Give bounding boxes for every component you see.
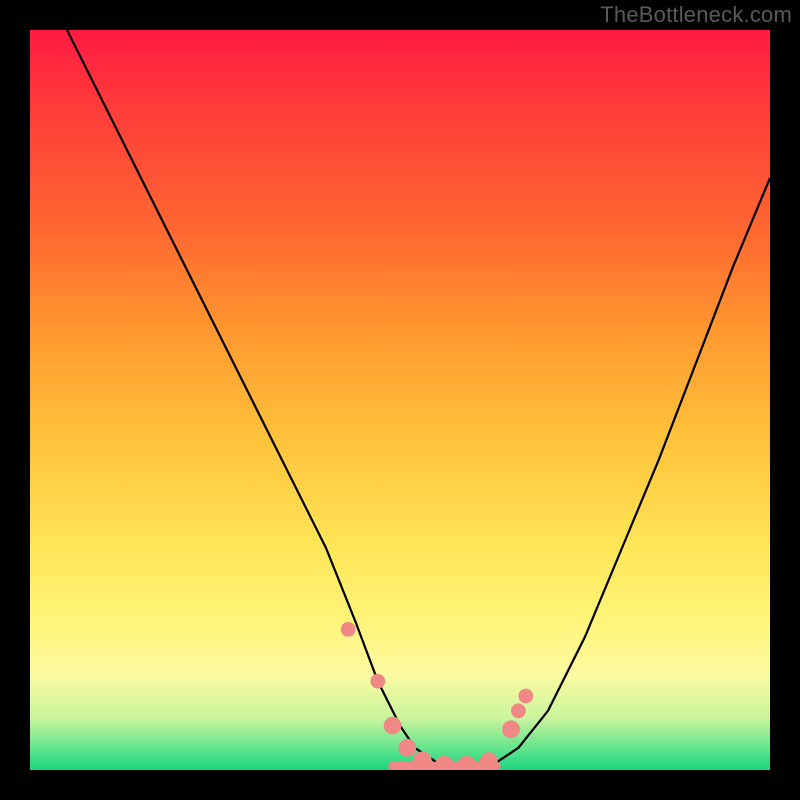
plot-area xyxy=(30,30,770,770)
chart-frame: TheBottleneck.com xyxy=(0,0,800,800)
trough-marker xyxy=(341,622,356,637)
trough-markers xyxy=(341,622,533,770)
trough-marker xyxy=(370,674,385,689)
trough-marker xyxy=(518,689,533,704)
trough-marker xyxy=(480,752,498,770)
curve-right xyxy=(474,178,770,770)
trough-marker xyxy=(413,752,432,771)
trough-marker xyxy=(502,720,520,738)
trough-marker xyxy=(384,717,402,735)
chart-svg xyxy=(30,30,770,770)
trough-marker xyxy=(457,756,476,770)
watermark-text: TheBottleneck.com xyxy=(600,2,792,28)
trough-marker xyxy=(511,703,526,718)
curve-left xyxy=(67,30,474,770)
trough-marker xyxy=(435,756,454,770)
trough-marker xyxy=(399,739,417,757)
